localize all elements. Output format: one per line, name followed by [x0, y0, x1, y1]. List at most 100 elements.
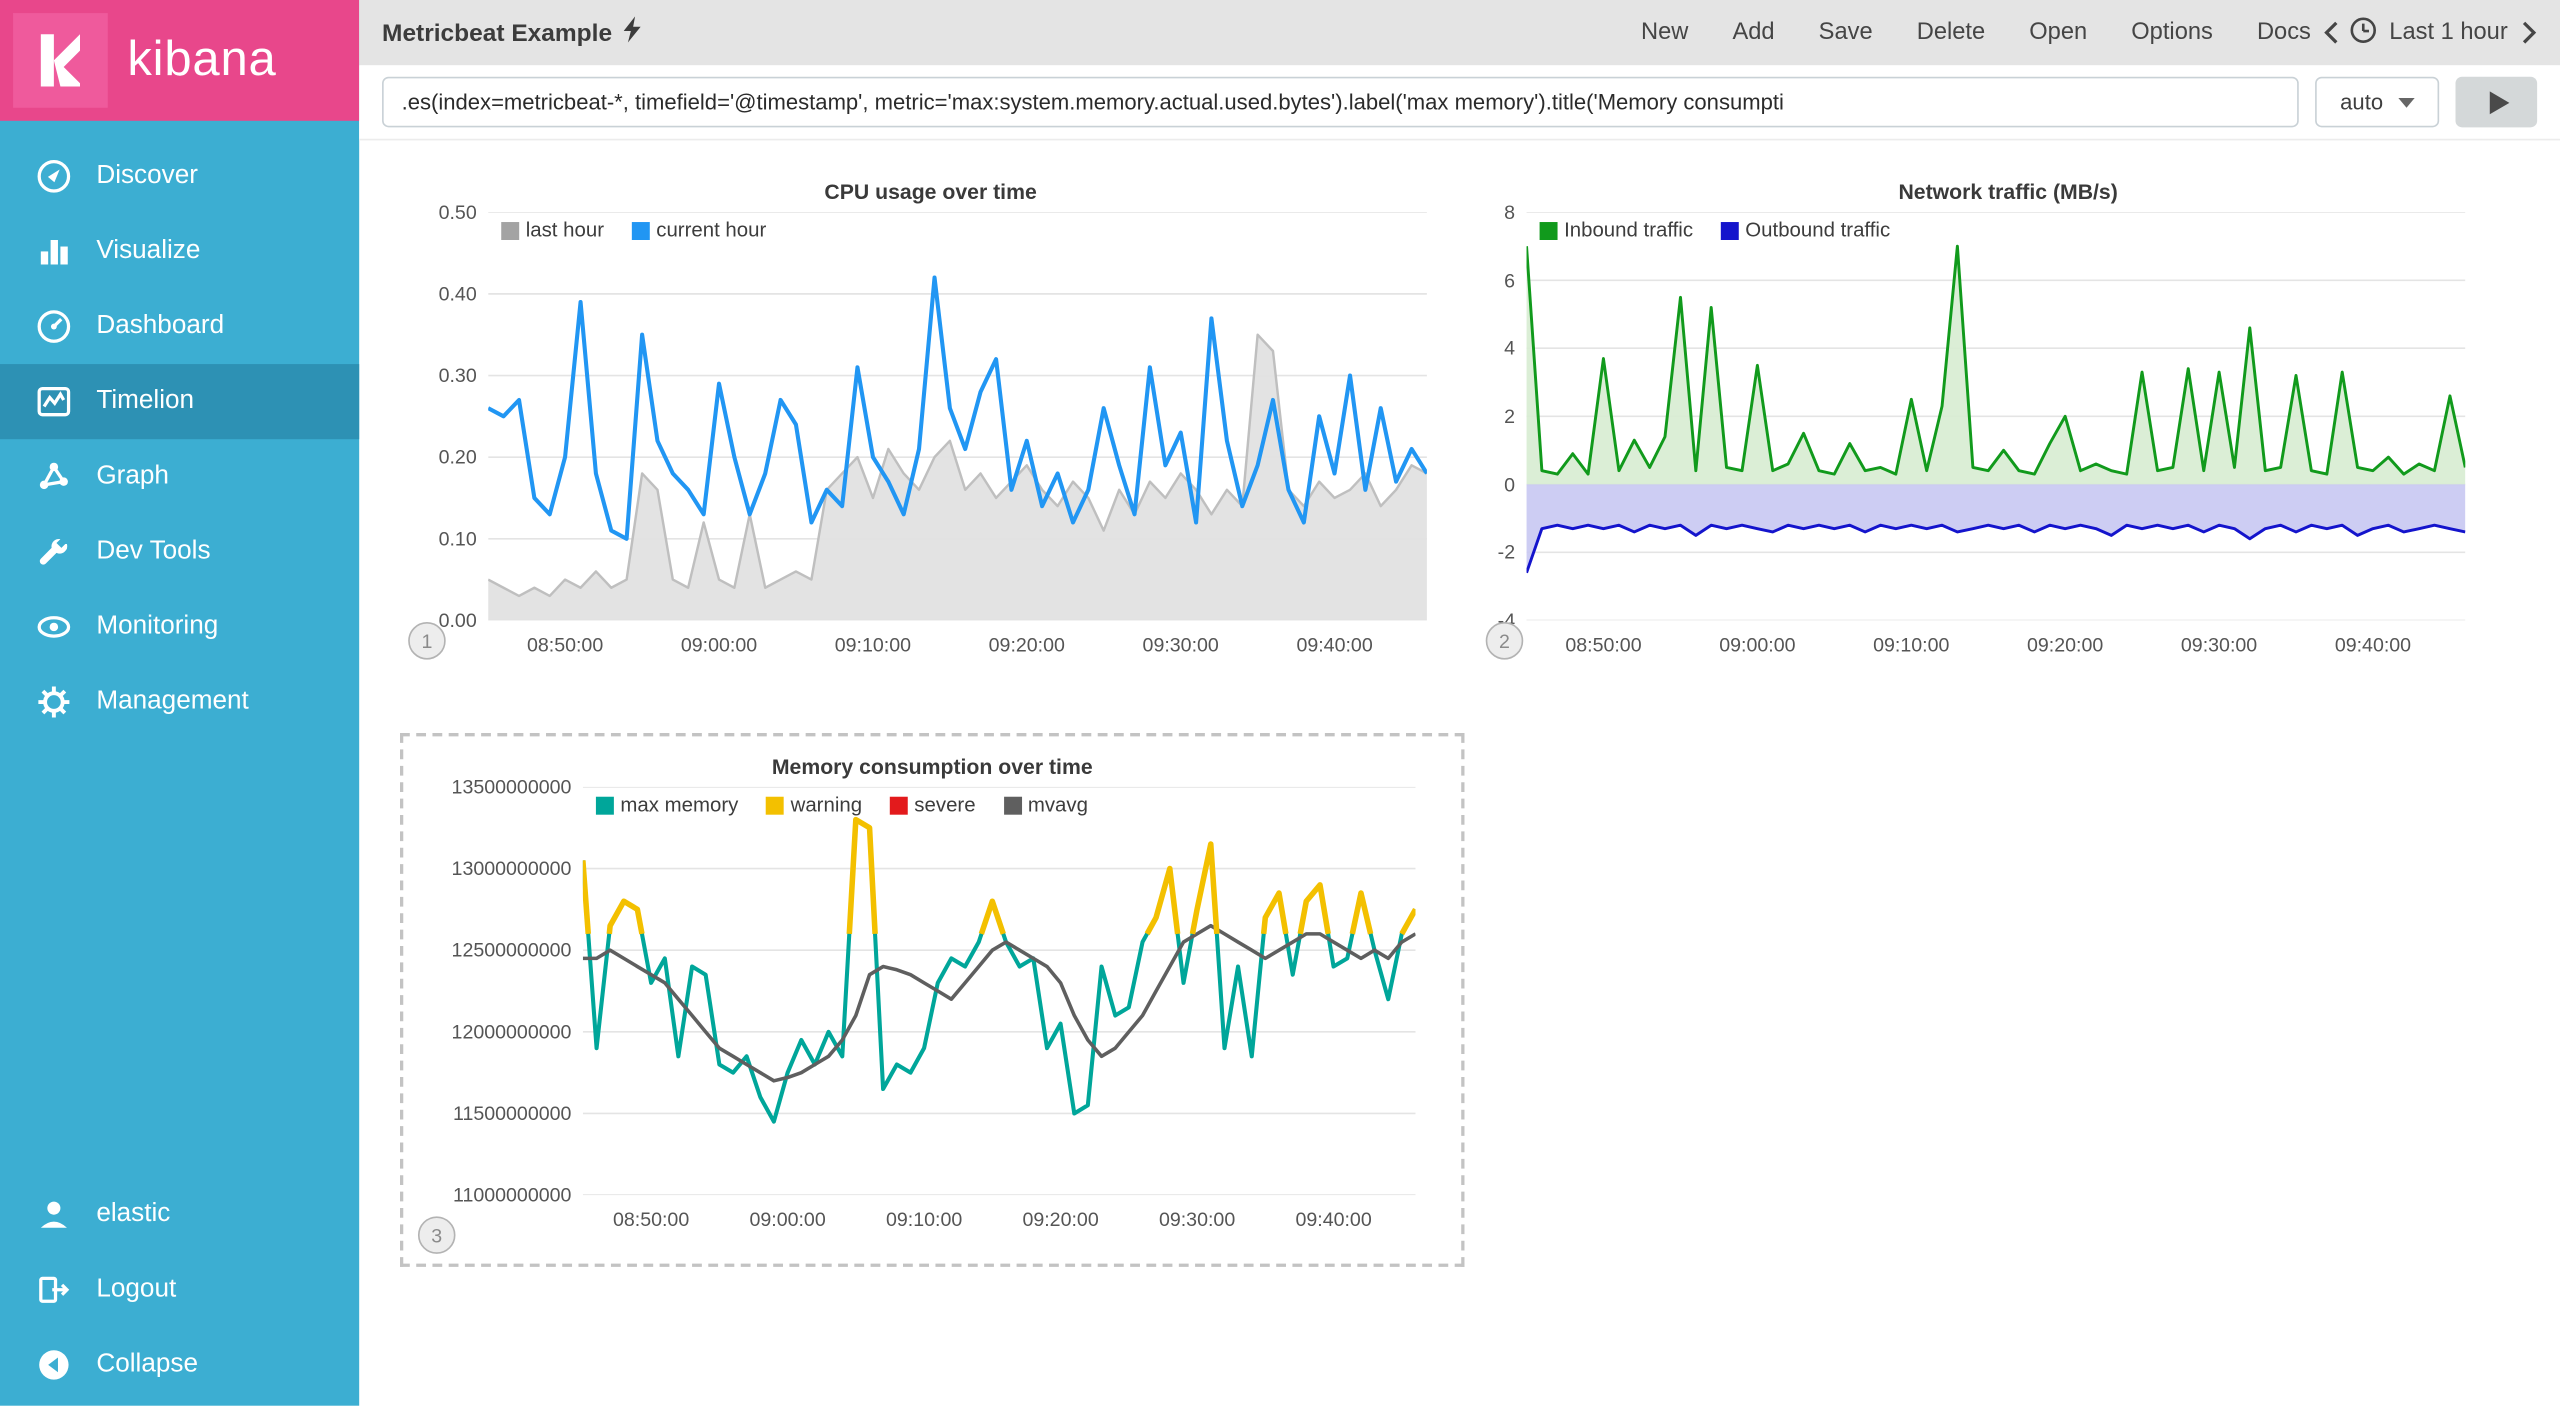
run-query-button[interactable] — [2456, 77, 2538, 128]
y-tick-label: 0.20 — [439, 446, 477, 469]
graph-icon — [36, 459, 72, 495]
sidebar-item-user-elastic[interactable]: elastic — [0, 1177, 359, 1252]
menu-item-new[interactable]: New — [1641, 20, 1688, 46]
legend-swatch-icon — [632, 221, 650, 239]
time-back-button[interactable] — [2324, 20, 2340, 46]
chart-title: Network traffic (MB/s) — [1478, 173, 2539, 212]
sidebar-item-label: Timelion — [96, 387, 194, 416]
chart-cpu-usage[interactable]: CPU usage over time 0.000.100.200.300.40… — [400, 173, 1461, 663]
sidebar-item-visualize[interactable]: Visualize — [0, 214, 359, 289]
y-axis: 0.000.100.200.300.400.50 — [400, 212, 488, 620]
clock-icon — [2350, 16, 2378, 50]
sidebar-item-label: Collapse — [96, 1350, 198, 1379]
legend-swatch-icon — [501, 221, 519, 239]
chart-body: 1100000000011500000000120000000001250000… — [413, 787, 1451, 1238]
sidebar-item-dev-tools[interactable]: Dev Tools — [0, 514, 359, 589]
x-tick-label: 08:50:00 — [613, 1208, 689, 1231]
plot-area: max memory warning severe mvavg 08:50:00 09:… — [583, 787, 1452, 1238]
legend-label: Inbound traffic — [1564, 219, 1693, 242]
legend-swatch-icon — [890, 796, 908, 814]
time-forward-button[interactable] — [2521, 20, 2537, 46]
kibana-logo-icon — [13, 13, 108, 108]
gear-icon — [36, 684, 72, 720]
legend-label: warning — [791, 793, 862, 816]
x-tick-label: 09:10:00 — [835, 633, 911, 656]
sidebar-item-monitoring[interactable]: Monitoring — [0, 589, 359, 664]
legend-label: mvavg — [1028, 793, 1088, 816]
x-tick-label: 09:40:00 — [1295, 1208, 1371, 1231]
sidebar: kibana Discover Visualize Dashboard — [0, 0, 359, 1406]
y-tick-label: 12000000000 — [452, 1020, 572, 1043]
x-tick-label: 09:40:00 — [2335, 633, 2411, 656]
y-tick-label: 2 — [1504, 405, 1515, 428]
interval-select[interactable]: auto — [2315, 77, 2439, 128]
x-tick-label: 08:50:00 — [1565, 633, 1641, 656]
y-tick-label: 0.40 — [439, 282, 477, 305]
legend-swatch-icon — [1721, 221, 1739, 239]
legend-item: Outbound traffic — [1721, 219, 1890, 242]
menu-item-add[interactable]: Add — [1732, 20, 1774, 46]
legend: last hourcurrent hour — [501, 219, 794, 242]
x-tick-label: 09:00:00 — [1719, 633, 1795, 656]
legend-item: max memory — [596, 793, 738, 816]
menu-item-docs[interactable]: Docs — [2257, 20, 2311, 46]
x-tick-label: 09:40:00 — [1296, 633, 1372, 656]
chart-network-traffic[interactable]: Network traffic (MB/s) -4-202468 Inbound… — [1478, 173, 2539, 663]
sidebar-nav: Discover Visualize Dashboard Timelion — [0, 139, 359, 740]
timelion-expression-input[interactable] — [382, 77, 2299, 128]
dashboard-icon — [36, 309, 72, 345]
y-tick-label: 0.00 — [439, 609, 477, 632]
y-tick-label: 0.50 — [439, 201, 477, 224]
sidebar-item-label: Visualize — [96, 237, 200, 266]
sidebar-item-discover[interactable]: Discover — [0, 139, 359, 214]
legend-label: severe — [914, 793, 975, 816]
menu-item-save[interactable]: Save — [1819, 20, 1873, 46]
legend-item: current hour — [632, 219, 767, 242]
legend: Inbound traffic Outbound traffic — [1540, 219, 1918, 242]
wrench-icon — [36, 534, 72, 570]
x-tick-label: 09:20:00 — [1022, 1208, 1098, 1231]
sidebar-item-label: Dashboard — [96, 312, 224, 341]
time-picker[interactable]: Last 1 hour — [2350, 16, 2508, 50]
legend-label: current hour — [656, 219, 766, 242]
sidebar-item-management[interactable]: Management — [0, 664, 359, 739]
legend-swatch-icon — [1003, 796, 1021, 814]
sheet-title-text: Metricbeat Example — [382, 19, 612, 47]
sidebar-item-timelion[interactable]: Timelion — [0, 364, 359, 439]
chart-memory-consumption-selected[interactable]: Memory consumption over time 11000000000… — [400, 733, 1464, 1267]
sidebar-item-logout[interactable]: Logout — [0, 1252, 359, 1327]
legend-swatch-icon — [766, 796, 784, 814]
interval-value: auto — [2340, 90, 2383, 114]
x-tick-label: 08:50:00 — [527, 633, 603, 656]
plot-canvas — [1527, 212, 2466, 620]
x-axis: 08:50:0009:00:0009:10:0009:20:0009:30:00… — [488, 620, 1461, 662]
plot-canvas — [488, 212, 1427, 620]
chevron-down-icon — [2398, 97, 2414, 107]
user-icon — [36, 1197, 72, 1233]
y-tick-label: 13500000000 — [452, 776, 572, 799]
chart-badge: 1 — [408, 622, 446, 660]
y-axis: -4-202468 — [1478, 212, 1527, 620]
x-tick-label: 09:10:00 — [886, 1208, 962, 1231]
x-axis: 08:50:0009:00:0009:10:0009:20:0009:30:00… — [1527, 620, 2539, 662]
sidebar-item-dashboard[interactable]: Dashboard — [0, 289, 359, 364]
chart-body: -4-202468 Inbound traffic Outbound traffi… — [1478, 212, 2539, 663]
x-tick-label: 09:00:00 — [749, 1208, 825, 1231]
sidebar-item-label: Graph — [96, 462, 169, 491]
legend-label: max memory — [620, 793, 738, 816]
menu-item-open[interactable]: Open — [2029, 20, 2087, 46]
sidebar-item-graph[interactable]: Graph — [0, 439, 359, 514]
menu-item-delete[interactable]: Delete — [1917, 20, 1985, 46]
legend: max memory warning severe mvavg — [596, 793, 1116, 816]
sidebar-item-label: Monitoring — [96, 612, 218, 641]
kibana-logo[interactable]: kibana — [0, 0, 359, 121]
sidebar-item-label: Logout — [96, 1275, 176, 1304]
sheet-title: Metricbeat Example — [382, 16, 641, 49]
menu-item-options[interactable]: Options — [2131, 20, 2213, 46]
kibana-logo-text: kibana — [127, 33, 276, 89]
legend-item: mvavg — [1003, 793, 1088, 816]
chart-title: CPU usage over time — [400, 173, 1461, 212]
legend-item: Inbound traffic — [1540, 219, 1693, 242]
time-range-label: Last 1 hour — [2389, 20, 2507, 46]
sidebar-item-collapse[interactable]: Collapse — [0, 1327, 359, 1402]
